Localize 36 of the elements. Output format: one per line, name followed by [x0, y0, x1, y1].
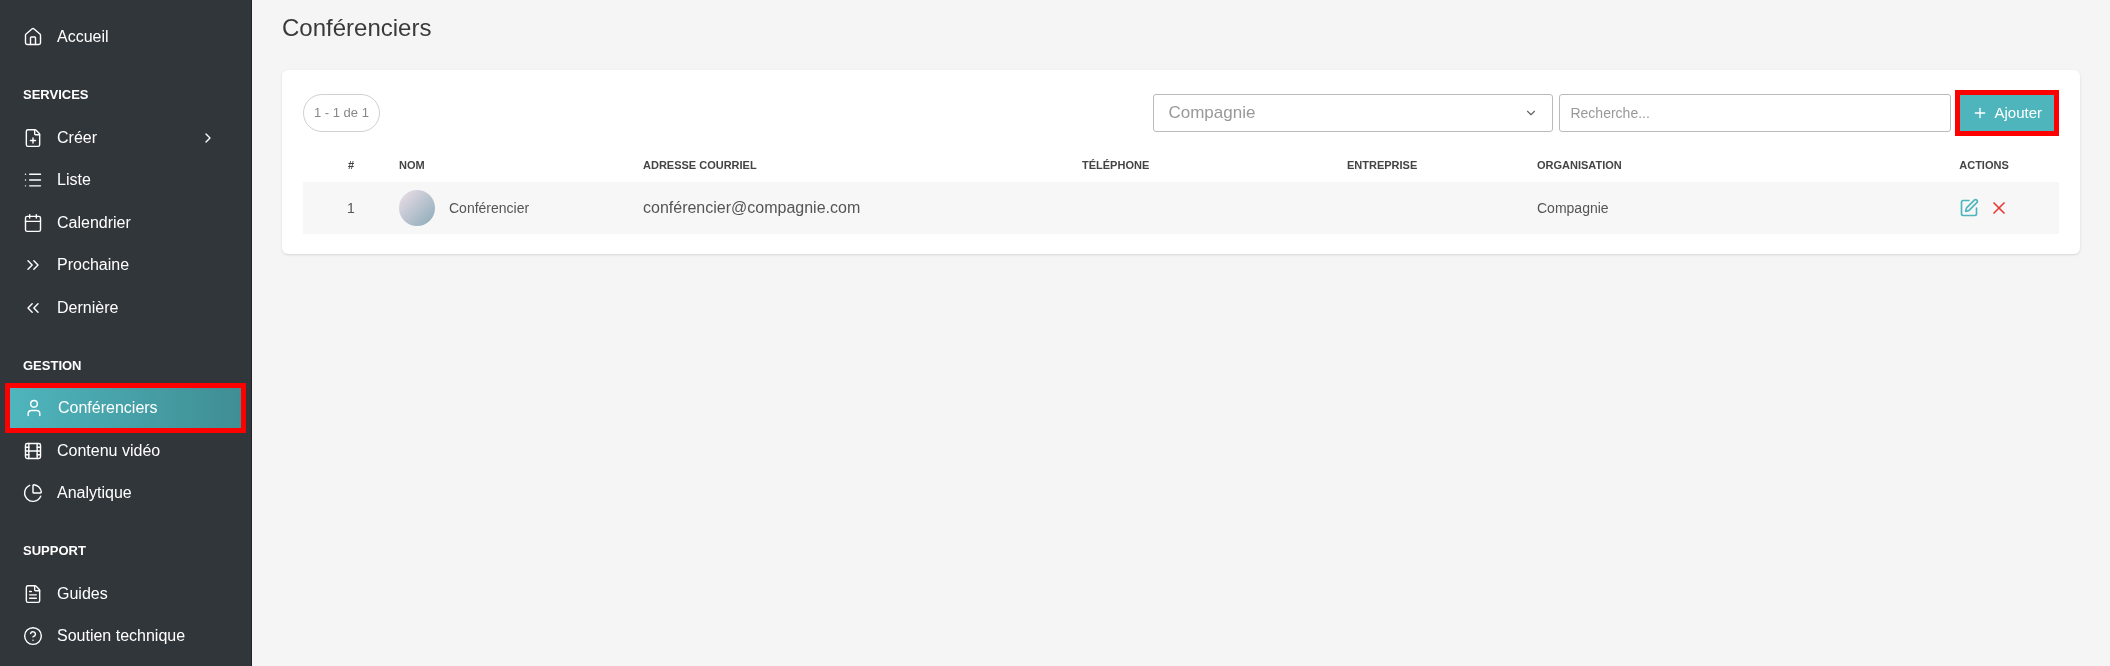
sidebar-item[interactable]: Prochaine — [9, 245, 242, 286]
sidebar-item[interactable]: Guides — [9, 573, 242, 614]
sidebar-item[interactable]: Liste — [9, 160, 242, 201]
pie-chart-icon — [23, 483, 43, 504]
search-field[interactable]: Recherche... — [1559, 94, 1952, 132]
home-icon — [23, 27, 43, 48]
table-cell-text: Conférencier — [449, 198, 530, 218]
table-cell: Compagnie — [1537, 200, 1609, 216]
edit-icon[interactable] — [1959, 198, 1979, 218]
column-header: ORGANISATION — [1537, 159, 1622, 171]
sidebar-item[interactable]: Calendrier — [9, 202, 242, 243]
help-icon — [23, 626, 43, 647]
table-cell: conférencier@compagnie.com — [643, 199, 861, 216]
column-header: TÉLÉPHONE — [1082, 159, 1150, 171]
sidebar-item[interactable]: Analytique — [9, 473, 242, 514]
calendar-icon — [23, 212, 43, 233]
sidebar-item[interactable]: Accueil — [9, 17, 242, 58]
column-header: # — [347, 159, 355, 171]
avatar-photo-placeholder — [399, 190, 435, 226]
sidebar-item[interactable]: Créer — [9, 117, 242, 158]
film-icon — [23, 440, 43, 461]
column-header: ACTIONS — [1959, 159, 2009, 171]
column-header: NOM — [399, 159, 425, 171]
column-header: ADRESSE COURRIEL — [643, 159, 757, 171]
sidebar-item[interactable]: Soutien technique — [9, 616, 242, 657]
page-title: Conférenciers — [282, 13, 433, 43]
user-icon — [24, 398, 44, 419]
section-heading: SERVICES — [23, 86, 89, 104]
sidebar-item[interactable]: Dernière — [9, 287, 242, 328]
table-cell: 1 — [347, 200, 355, 216]
sidebar-item[interactable]: Contenu vidéo — [9, 430, 242, 471]
file-plus-icon — [23, 127, 43, 148]
document-icon — [23, 583, 43, 604]
section-heading: GESTION — [23, 356, 82, 375]
section-heading: SUPPORT — [23, 542, 86, 560]
column-header: ENTREPRISE — [1347, 159, 1418, 171]
